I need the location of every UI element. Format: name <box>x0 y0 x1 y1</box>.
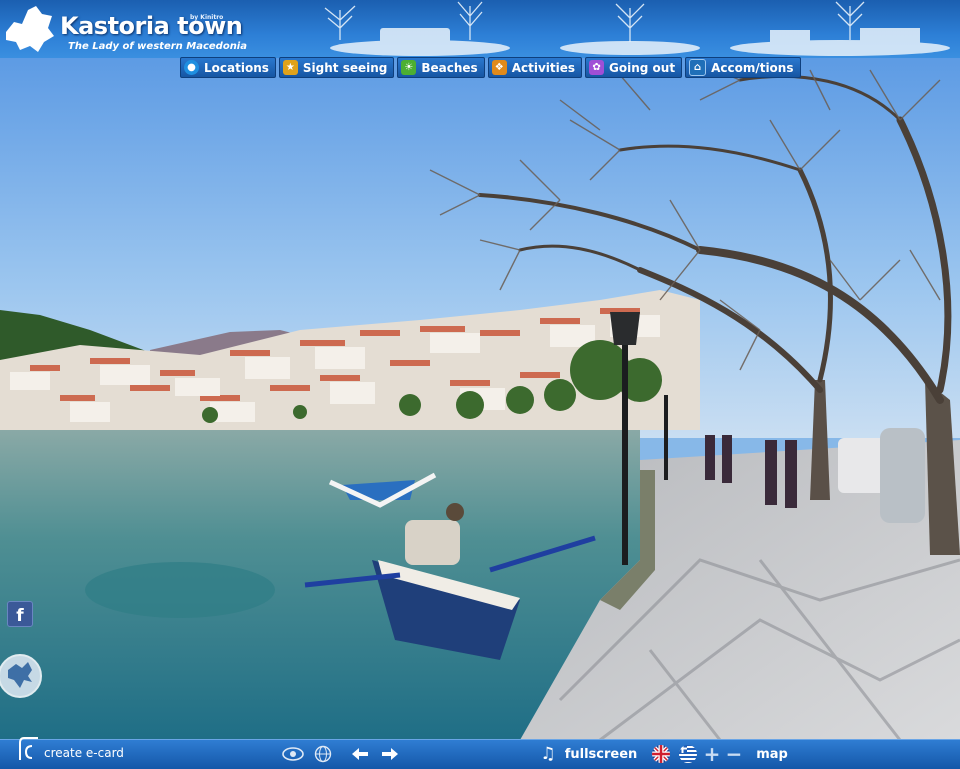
facebook-icon: f <box>16 606 24 626</box>
zoom-in-button[interactable]: + <box>703 742 721 766</box>
butterfly-icon: ✿ <box>589 60 605 75</box>
nav-label: Sight seeing <box>302 60 388 75</box>
globe-view-button[interactable] <box>312 743 334 765</box>
site-byline: by Kinitro <box>190 14 224 21</box>
nav-label: Going out <box>609 60 676 75</box>
nav-item-going-out[interactable]: ✿ Going out <box>585 57 683 78</box>
panorama-view[interactable] <box>0 0 960 768</box>
main-nav: ● Locations ★ Sight seeing ☀ Beaches ❖ A… <box>180 57 804 78</box>
create-ecard-button[interactable]: create e-card <box>18 734 124 764</box>
activity-icon: ❖ <box>491 60 507 75</box>
music-toggle-button[interactable]: ♫ <box>538 743 558 765</box>
fullscreen-label: fullscreen <box>564 746 638 762</box>
facebook-share-button[interactable]: f <box>7 601 33 627</box>
greece-map-compass-icon[interactable] <box>0 650 44 702</box>
nav-item-activities[interactable]: ❖ Activities <box>487 57 583 78</box>
site-logo[interactable]: Kastoria town by Kinitro The Lady of wes… <box>2 0 262 58</box>
ecard-icon <box>19 737 38 760</box>
map-label: map <box>756 746 788 762</box>
pan-left-button[interactable] <box>350 743 370 765</box>
eye-icon <box>282 747 304 761</box>
nav-label: Locations <box>204 60 269 75</box>
site-subtitle: The Lady of western Macedonia <box>68 41 247 52</box>
music-note-icon: ♫ <box>540 744 556 764</box>
kastoria-map-logo-icon <box>6 6 54 52</box>
arrow-right-icon <box>382 748 398 760</box>
beach-icon: ☀ <box>401 60 417 75</box>
pan-right-button[interactable] <box>380 743 400 765</box>
nav-item-beaches[interactable]: ☀ Beaches <box>397 57 485 78</box>
language-greek-button[interactable] <box>677 743 699 765</box>
minus-icon: − <box>725 742 743 766</box>
ecard-label: create e-card <box>44 746 124 760</box>
nav-label: Accom/tions <box>711 60 794 75</box>
nav-label: Activities <box>511 60 576 75</box>
language-english-button[interactable] <box>650 743 672 765</box>
accommodation-icon: ⌂ <box>689 59 707 76</box>
header-landmark-illustration <box>324 1 950 56</box>
world-globe-icon <box>314 745 332 763</box>
bottom-toolbar <box>0 739 960 769</box>
map-button[interactable]: map <box>750 743 794 765</box>
nav-item-sight-seeing[interactable]: ★ Sight seeing <box>278 57 395 78</box>
fullscreen-button[interactable]: fullscreen <box>562 743 640 765</box>
star-icon: ★ <box>282 60 298 75</box>
uk-flag-icon <box>652 745 670 763</box>
nav-label: Beaches <box>421 60 478 75</box>
plus-icon: + <box>703 742 721 766</box>
top-header: Kastoria town by Kinitro The Lady of wes… <box>0 0 960 58</box>
nav-item-accommodations[interactable]: ⌂ Accom/tions <box>685 57 801 78</box>
view-mode-button[interactable] <box>280 743 306 765</box>
globe-icon: ● <box>184 60 199 75</box>
arrow-left-icon <box>352 748 368 760</box>
zoom-out-button[interactable]: − <box>725 742 743 766</box>
nav-item-locations[interactable]: ● Locations <box>180 57 276 78</box>
greek-flag-icon <box>679 745 697 763</box>
